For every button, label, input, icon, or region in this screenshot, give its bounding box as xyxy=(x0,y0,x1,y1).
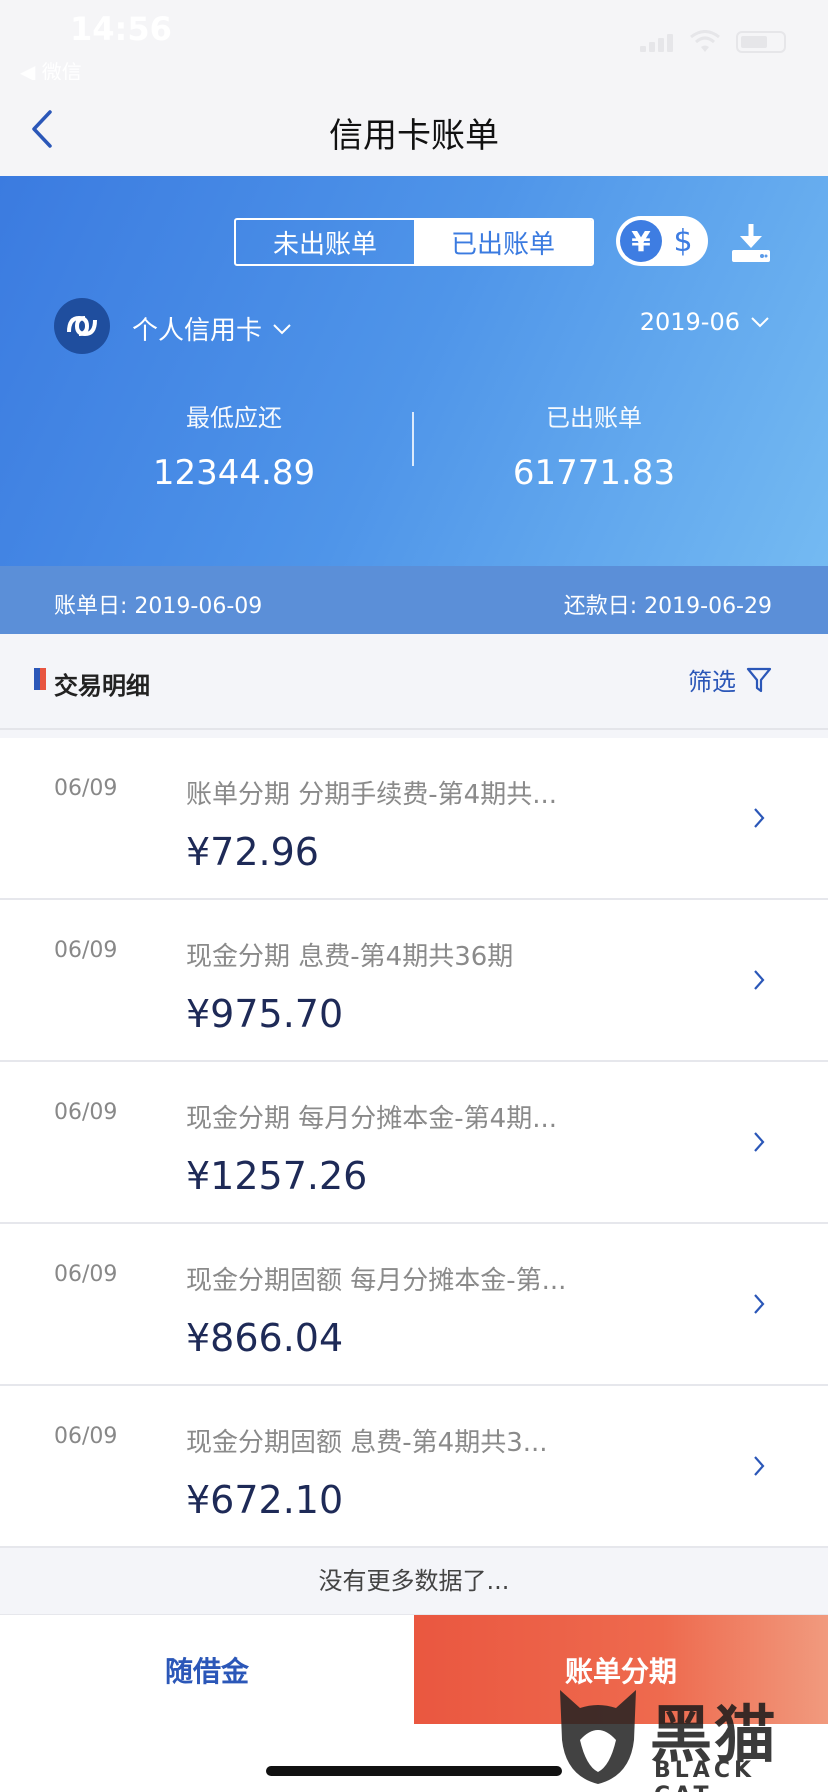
transaction-amount: ¥672.10 xyxy=(186,1478,344,1522)
chevron-right-icon xyxy=(754,808,765,828)
transaction-amount: ¥975.70 xyxy=(186,992,344,1036)
transaction-date: 06/09 xyxy=(54,938,118,963)
currency-toggle[interactable]: ¥ $ xyxy=(616,216,708,266)
transaction-row[interactable]: 06/09 现金分期 每月分摊本金-第4期... ¥1257.26 xyxy=(0,1062,828,1224)
bank-logo-icon xyxy=(54,298,110,354)
min-due-value: 12344.89 xyxy=(152,453,316,493)
billed-summary: 已出账单 61771.83 xyxy=(444,398,744,493)
section-marker xyxy=(34,668,46,690)
transaction-amount: ¥1257.26 xyxy=(186,1154,368,1198)
signal-icon xyxy=(640,32,674,52)
usd-option[interactable]: $ xyxy=(662,220,704,262)
bill-date: 账单日: 2019-06-09 xyxy=(54,594,263,619)
transactions-header: 交易明细 筛选 xyxy=(0,634,828,730)
transaction-date: 06/09 xyxy=(54,776,118,801)
status-icons xyxy=(640,30,786,54)
chevron-right-icon xyxy=(754,1456,765,1476)
due-date: 还款日: 2019-06-29 xyxy=(563,594,772,619)
chevron-right-icon xyxy=(754,1294,765,1314)
transaction-date: 06/09 xyxy=(54,1262,118,1287)
bill-dates-strip: 账单日: 2019-06-09 还款日: 2019-06-29 xyxy=(0,566,828,634)
transaction-amount: ¥866.04 xyxy=(186,1316,344,1360)
billed-label: 已出账单 xyxy=(546,404,642,432)
filter-button[interactable]: 筛选 xyxy=(688,662,772,697)
chevron-down-icon xyxy=(273,323,291,334)
tab-billed[interactable]: 已出账单 xyxy=(414,220,592,264)
nav-bar: 信用卡账单 xyxy=(0,80,828,176)
bill-tab-switch: 未出账单 已出账单 xyxy=(234,218,594,266)
installment-button[interactable]: 账单分期 xyxy=(414,1615,828,1725)
chevron-right-icon xyxy=(754,1132,765,1152)
home-indicator-area xyxy=(0,1724,828,1792)
section-title: 交易明细 xyxy=(54,672,150,700)
card-selector[interactable]: 个人信用卡 xyxy=(132,310,292,347)
loan-button[interactable]: 随借金 xyxy=(0,1615,414,1725)
status-time: 14:56 xyxy=(70,10,172,48)
transaction-row[interactable]: 06/09 现金分期固额 每月分摊本金-第... ¥866.04 xyxy=(0,1224,828,1386)
no-more-data-text: 没有更多数据了... xyxy=(0,1548,828,1614)
transaction-date: 06/09 xyxy=(54,1100,118,1125)
min-due-label: 最低应还 xyxy=(186,404,282,432)
transaction-description: 账单分期 分期手续费-第4期共... xyxy=(186,780,557,810)
transaction-date: 06/09 xyxy=(54,1424,118,1449)
chevron-right-icon xyxy=(754,970,765,990)
tab-unbilled[interactable]: 未出账单 xyxy=(236,220,414,264)
download-icon[interactable] xyxy=(728,220,774,266)
transaction-row[interactable]: 06/09 现金分期固额 息费-第4期共3... ¥672.10 xyxy=(0,1386,828,1548)
filter-icon xyxy=(746,667,772,692)
card-name: 个人信用卡 xyxy=(132,316,263,346)
transaction-row[interactable]: 06/09 账单分期 分期手续费-第4期共... ¥72.96 xyxy=(0,738,828,900)
billed-value: 61771.83 xyxy=(512,453,676,493)
home-indicator[interactable] xyxy=(266,1766,562,1776)
summary-divider xyxy=(412,412,414,466)
battery-icon xyxy=(736,31,786,53)
bottom-action-bar: 随借金 账单分期 xyxy=(0,1614,828,1725)
chevron-down-icon xyxy=(751,317,769,328)
transaction-description: 现金分期固额 息费-第4期共3... xyxy=(186,1428,548,1458)
transaction-list: 06/09 账单分期 分期手续费-第4期共... ¥72.96 06/09 现金… xyxy=(0,738,828,1548)
transaction-amount: ¥72.96 xyxy=(186,830,319,874)
bill-summary-card: 未出账单 已出账单 ¥ $ 个人信用卡 2019-06 最低应还 12344.8… xyxy=(0,176,828,566)
transaction-description: 现金分期 每月分摊本金-第4期... xyxy=(186,1104,557,1134)
month-value: 2019-06 xyxy=(639,308,740,336)
transaction-description: 现金分期 息费-第4期共36期 xyxy=(186,942,514,972)
min-due-summary: 最低应还 12344.89 xyxy=(84,398,384,493)
transaction-row[interactable]: 06/09 现金分期 息费-第4期共36期 ¥975.70 xyxy=(0,900,828,1062)
month-selector[interactable]: 2019-06 xyxy=(640,308,770,336)
status-bar: 14:56 ◀ 微信 xyxy=(0,0,828,84)
transaction-description: 现金分期固额 每月分摊本金-第... xyxy=(186,1266,567,1296)
wifi-icon xyxy=(690,30,720,52)
filter-label: 筛选 xyxy=(688,668,736,696)
page-title: 信用卡账单 xyxy=(329,116,499,156)
cny-option[interactable]: ¥ xyxy=(620,220,662,262)
